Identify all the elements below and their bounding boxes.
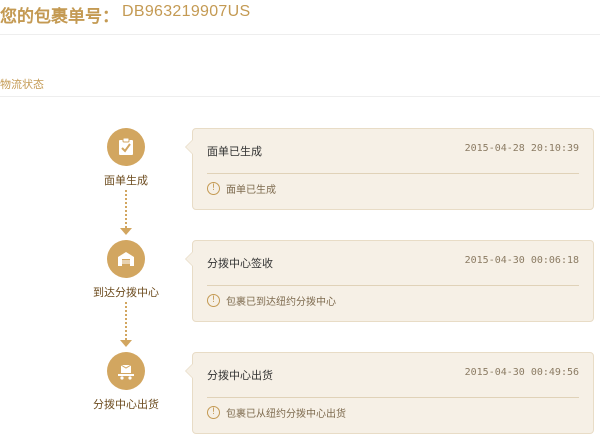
section-title-logistics-status: 物流状态 — [0, 78, 44, 91]
arrow-down-icon — [120, 340, 132, 347]
timeline-connector — [125, 302, 127, 340]
status-card: 面单已生成 2015-04-28 20:10:39 ! 面单已生成 — [185, 128, 594, 210]
clipboard-check-icon — [107, 128, 145, 166]
card-divider — [207, 285, 579, 286]
info-icon: ! — [207, 406, 220, 419]
section-divider — [0, 96, 600, 97]
status-card: 分拨中心出货 2015-04-30 00:49:56 ! 包裹已从纽约分拨中心出… — [185, 352, 594, 434]
card-title: 面单已生成 — [207, 145, 262, 158]
timeline-connector — [125, 190, 127, 228]
tracking-header: 您的包裹单号： DB963219907US — [0, 0, 600, 35]
note-text: 包裹已从纽约分拨中心出货 — [226, 409, 346, 420]
card-timestamp: 2015-04-30 00:49:56 — [464, 367, 579, 378]
warehouse-icon — [107, 240, 145, 278]
step-label: 到达分拨中心 — [93, 286, 159, 299]
card-note: ! 包裹已到达纽约分拨中心 — [207, 293, 336, 308]
step-label: 面单生成 — [104, 174, 148, 187]
card-divider — [207, 397, 579, 398]
info-icon: ! — [207, 294, 220, 307]
status-card: 分拨中心签收 2015-04-30 00:06:18 ! 包裹已到达纽约分拨中心 — [185, 240, 594, 322]
info-icon: ! — [207, 182, 220, 195]
card-title: 分拨中心签收 — [207, 257, 273, 270]
card-divider — [207, 173, 579, 174]
note-text: 包裹已到达纽约分拨中心 — [226, 297, 336, 308]
card-title: 分拨中心出货 — [207, 369, 273, 382]
card-note: ! 面单已生成 — [207, 181, 276, 196]
arrow-down-icon — [120, 228, 132, 235]
card-timestamp: 2015-04-28 20:10:39 — [464, 143, 579, 154]
card-timestamp: 2015-04-30 00:06:18 — [464, 255, 579, 266]
card-note: ! 包裹已从纽约分拨中心出货 — [207, 405, 346, 420]
note-text: 面单已生成 — [226, 185, 276, 196]
package-number-label: 您的包裹单号： — [0, 7, 119, 27]
package-number-value: DB963219907US — [122, 3, 251, 20]
truck-box-icon — [107, 352, 145, 390]
step-label: 分拨中心出货 — [93, 398, 159, 411]
